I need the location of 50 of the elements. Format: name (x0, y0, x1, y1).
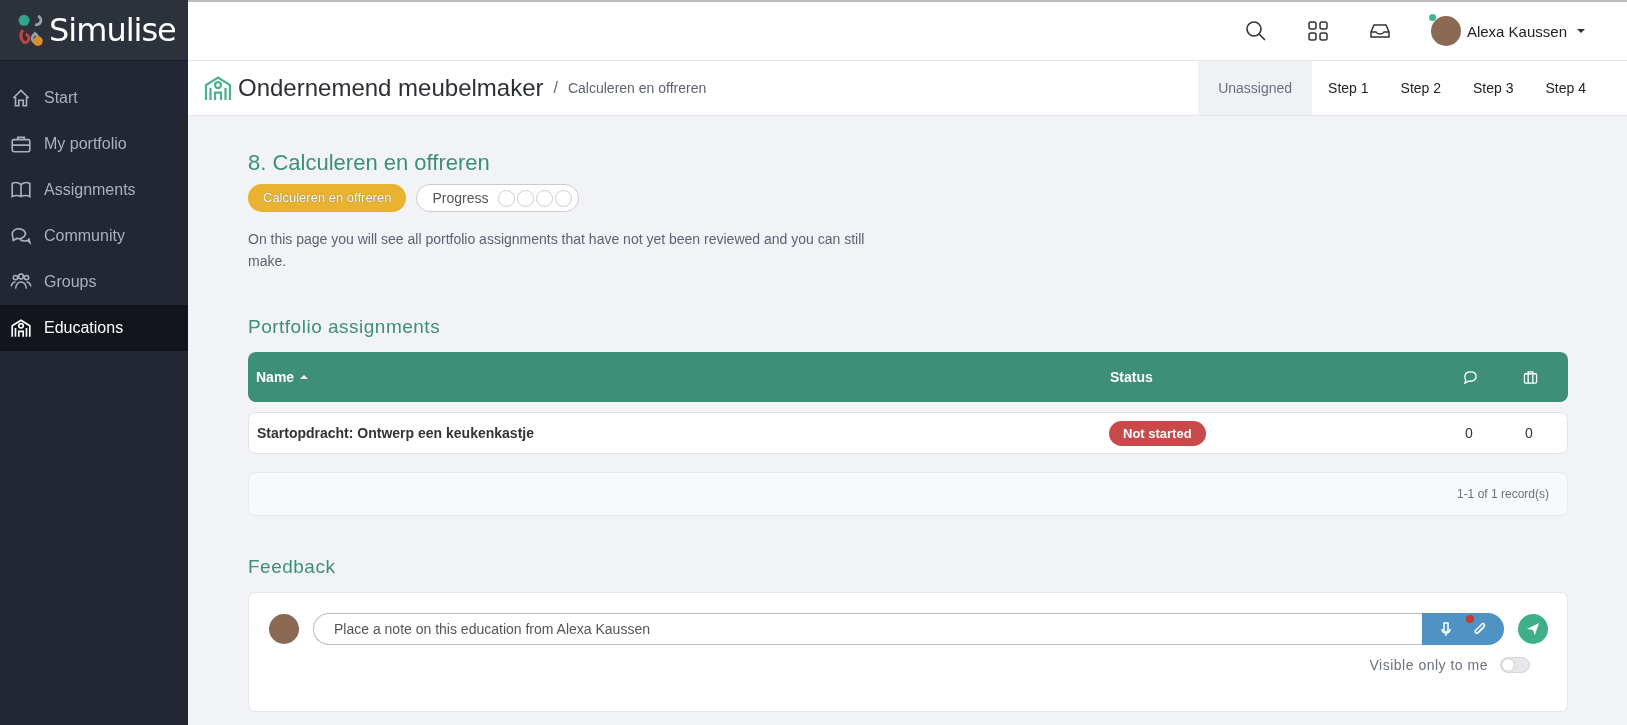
chat-icon (10, 225, 32, 247)
caret-icon (1577, 29, 1585, 33)
sidebar-item[interactable]: Groups (0, 259, 188, 305)
sidebar-item[interactable]: Assignments (0, 167, 188, 213)
topic-tag: Calculeren en offreren (248, 184, 407, 212)
send-button[interactable] (1518, 614, 1548, 644)
section-title: Portfolio assignments (248, 316, 442, 338)
column-header[interactable]: Name (256, 369, 1110, 385)
sidebar-item[interactable]: My portfolio (0, 121, 188, 167)
step-tab[interactable]: Step 3 (1457, 61, 1530, 115)
step-tab[interactable]: Step 4 (1529, 61, 1602, 115)
table-row[interactable]: Startopdracht: Ontwerp een keukenkastje Not started 0 0 (248, 412, 1568, 454)
status-badge: Not started (1109, 420, 1206, 446)
logo-icon (17, 12, 45, 48)
school-icon (10, 317, 32, 339)
sidebar-item[interactable]: Community (0, 213, 188, 259)
step-tab[interactable]: Step 1 (1312, 61, 1385, 115)
comment-icon (1462, 369, 1478, 385)
breadcrumb-link[interactable]: Calculeren en offreren (567, 80, 707, 96)
sidebar-item[interactable]: Start (0, 75, 188, 121)
comment-count: 0 (1465, 425, 1473, 441)
book-icon (10, 179, 32, 201)
progress-label: Progress (432, 190, 489, 206)
visibility-label: Visible only to me (1369, 657, 1488, 673)
description: On this page you will see all portfolio assignments that have not yet been reviewed and you can still make. (248, 230, 866, 271)
visibility-toggle[interactable] (1500, 657, 1530, 673)
column-header[interactable]: Status (1110, 369, 1440, 385)
page-title: Ondernemend meubelmaker (238, 74, 544, 102)
logo-text: Simulise (49, 11, 176, 49)
apps-grid-icon[interactable] (1306, 20, 1329, 42)
briefcase-icon (1522, 369, 1538, 385)
portfolio-count: 0 (1525, 425, 1533, 441)
step-tab[interactable]: Unassigned (1198, 61, 1313, 115)
avatar (1430, 16, 1461, 46)
paperclip-icon[interactable] (1472, 621, 1488, 637)
step-tab[interactable]: Step 2 (1384, 61, 1458, 115)
assignment-name: Startopdracht: Ontwerp een keukenkastje (257, 425, 535, 441)
section-title: Feedback (248, 556, 337, 578)
sidebar-item[interactable]: Educations (0, 305, 188, 351)
record-count: 1-1 of 1 record(s) (1456, 487, 1549, 501)
avatar (269, 614, 299, 644)
user-menu[interactable]: Alexa Kaussen (1430, 16, 1585, 46)
section-heading: 8. Calculeren en offreren (248, 150, 491, 176)
breadcrumb-separator: / (553, 79, 558, 97)
search-icon[interactable] (1244, 20, 1267, 42)
note-input-field[interactable]: Place a note on this education from Alexa Kaussen (313, 613, 1422, 645)
home-icon (10, 87, 32, 109)
send-icon (1526, 622, 1540, 636)
user-name: Alexa Kaussen (1466, 22, 1567, 40)
school-icon (202, 73, 234, 103)
